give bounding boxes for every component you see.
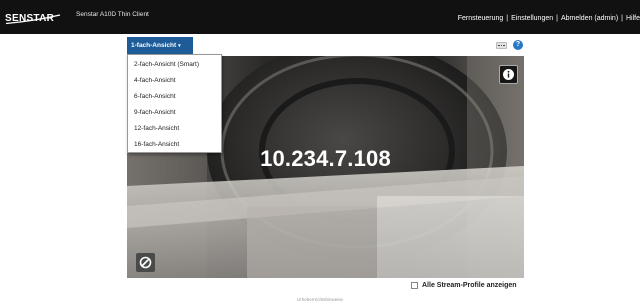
dropdown-item-4[interactable]: 4-fach-Ansicht: [128, 73, 221, 89]
dropdown-item-6[interactable]: 6-fach-Ansicht: [128, 89, 221, 105]
info-icon[interactable]: [499, 65, 518, 84]
nav-remote-control[interactable]: Fernsteuerung: [458, 15, 504, 22]
view-layout-dropdown: 2-fach-Ansicht (Smart) 4-fach-Ansicht 6-…: [127, 54, 222, 153]
ellipsis-icon[interactable]: [496, 42, 507, 49]
show-all-profiles-checkbox[interactable]: [411, 282, 418, 289]
show-all-profiles-row: Alle Stream-Profile anzeigen: [411, 282, 517, 289]
dropdown-item-9[interactable]: 9-fach-Ansicht: [128, 105, 221, 121]
senstar-logo: SENSTAR: [4, 9, 64, 26]
dropdown-item-2-smart[interactable]: 2-fach-Ansicht (Smart): [128, 57, 221, 73]
top-navigation: Fernsteuerung | Einstellungen | Abmelden…: [458, 15, 640, 22]
dropdown-item-12[interactable]: 12-fach-Ansicht: [128, 121, 221, 137]
nav-separator: |: [621, 15, 623, 22]
question-circle-icon[interactable]: ?: [513, 40, 523, 50]
chevron-down-icon: ▾: [178, 43, 181, 49]
view-layout-label: 1-fach-Ansicht: [131, 42, 177, 49]
copyright-link[interactable]: Urheberrechtshinweise: [0, 297, 640, 302]
prohibited-icon[interactable]: [136, 253, 155, 272]
nav-separator: |: [506, 15, 509, 22]
app-title: Senstar A10D Thin Client: [76, 11, 149, 18]
dropdown-item-16[interactable]: 16-fach-Ansicht: [128, 137, 221, 153]
view-layout-button[interactable]: 1-fach-Ansicht ▾: [127, 37, 193, 54]
nav-settings[interactable]: Einstellungen: [511, 15, 553, 22]
show-all-profiles-label[interactable]: Alle Stream-Profile anzeigen: [422, 282, 517, 289]
header-bar: SENSTAR Senstar A10D Thin Client Fernste…: [0, 0, 640, 34]
nav-separator: |: [556, 15, 558, 22]
nav-logout[interactable]: Abmelden (admin): [561, 15, 618, 22]
nav-help[interactable]: Hilfe: [626, 15, 640, 22]
